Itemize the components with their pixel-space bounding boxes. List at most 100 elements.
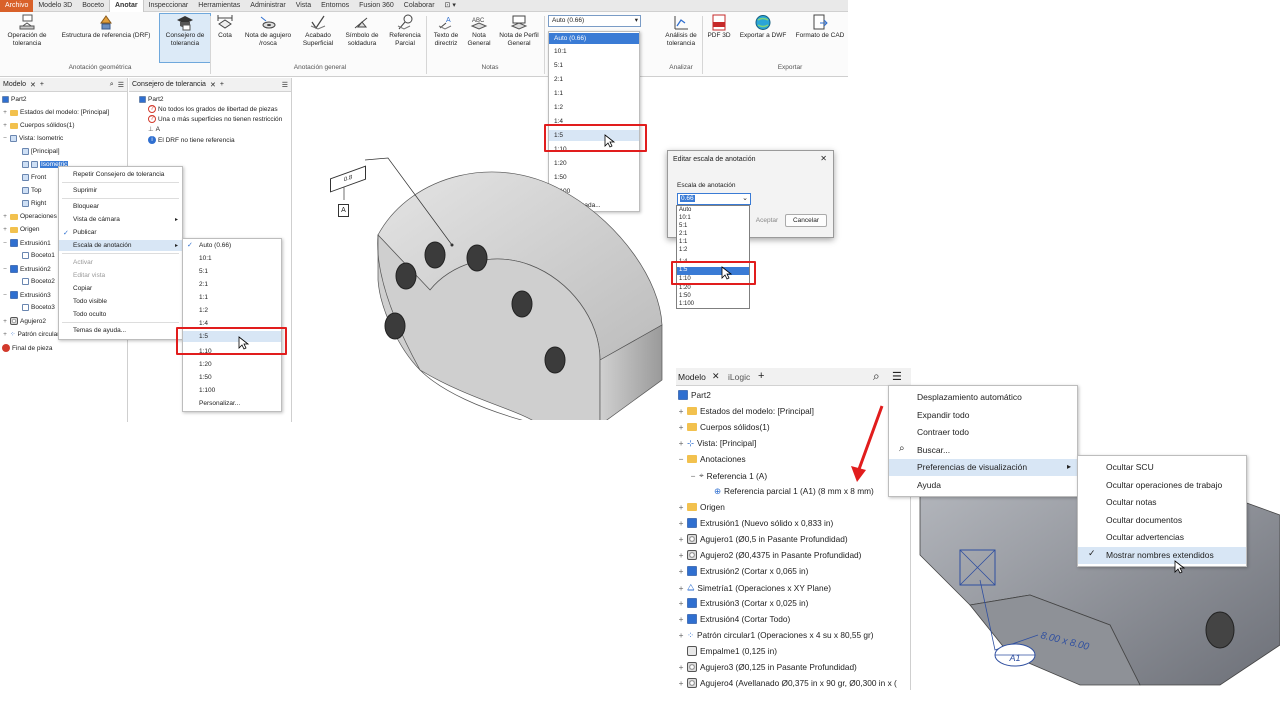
tree-item-part[interactable]: Part2 — [2, 96, 27, 103]
expand-icon[interactable]: + — [678, 406, 684, 416]
nota-agujero-button[interactable]: Nota de agujero /rosca — [238, 14, 298, 48]
pdf-3d-button[interactable]: PDF 3D — [704, 14, 734, 40]
part-viewport[interactable] — [300, 80, 680, 420]
tree-item[interactable]: − Extrusión1 — [2, 239, 51, 247]
submenu-item[interactable]: 10:1 — [183, 253, 281, 264]
tree-item[interactable]: + Agujero2 (Ø0,4375 in Pasante Profundida… — [678, 550, 861, 560]
tree-item[interactable]: ⊕ Referencia parcial 1 (A1) (8 mm x 8 mm) — [714, 486, 874, 496]
close-icon[interactable]: ✕ — [820, 154, 827, 163]
submenu-item[interactable]: Personalizar... — [183, 398, 281, 409]
advisor-tab[interactable]: Consejero de tolerancia — [132, 81, 206, 88]
tree-item[interactable]: + ⊹ Vista: [Principal] — [678, 438, 757, 448]
tree-item[interactable]: + Agujero4 (Avellanado Ø0,375 in x 90 gr,… — [678, 678, 910, 688]
submenu-item[interactable]: 1:2 — [183, 305, 281, 316]
tree-item[interactable]: Boceto2 — [22, 278, 55, 285]
collapse-icon[interactable]: − — [2, 266, 8, 273]
tree-item[interactable]: + Extrusión1 (Nuevo sólido x 0,833 in) — [678, 518, 833, 528]
menu-item-ayuda[interactable]: Ayuda — [889, 477, 1077, 494]
expand-icon[interactable]: + — [2, 331, 8, 338]
expand-icon[interactable]: + — [678, 550, 684, 560]
menu-item-copiar[interactable]: Copiar — [59, 283, 182, 294]
annotation-scale-combo[interactable]: Auto (0.66) ▾ — [548, 15, 641, 27]
drf-button[interactable]: Estructura de referencia (DRF) — [54, 14, 158, 40]
tree-item[interactable]: − Extrusión3 — [2, 291, 51, 299]
tree-item[interactable]: Empalme1 (0,125 in) — [678, 646, 777, 656]
submenu-ocultar-notas[interactable]: Ocultar notas — [1078, 494, 1246, 511]
tree-item[interactable]: + ⁘ Patrón circular1 (Operaciones x 4 su x… — [678, 630, 874, 640]
menu-icon[interactable]: ☰ — [282, 81, 288, 89]
simbolo-soldadura-button[interactable]: Símbolo de soldadura — [340, 14, 384, 48]
menu-item-bloquear[interactable]: Bloquear — [59, 201, 182, 212]
menu-item-expandir[interactable]: Expandir todo — [889, 407, 1077, 424]
dialog-option[interactable]: 1:1 — [679, 239, 687, 245]
tree-item[interactable]: Top — [22, 187, 41, 194]
referencia-parcial-button[interactable]: Referencia Parcial — [384, 14, 426, 48]
chevron-down-icon[interactable]: ⌄ — [742, 194, 748, 202]
consejero-tolerancia-button[interactable]: Consejero de tolerancia — [159, 13, 211, 63]
menu-item-buscar[interactable]: Buscar... — [889, 442, 1077, 459]
dialog-option[interactable]: 1:100 — [679, 301, 694, 307]
expand-icon[interactable]: + — [678, 534, 684, 544]
tree-item[interactable]: − Extrusión2 — [2, 265, 51, 273]
plus-icon[interactable]: + — [758, 370, 764, 382]
scale-combobox[interactable]: 0.66 ⌄ — [677, 193, 751, 205]
operacion-tolerancia-button[interactable]: Operación de tolerancia — [2, 14, 52, 48]
expand-icon[interactable]: + — [678, 566, 684, 576]
exportar-dwf-button[interactable]: Exportar a DWF — [734, 14, 792, 40]
submenu-item[interactable]: 1:1 — [183, 292, 281, 303]
accept-button[interactable]: Aceptar — [752, 214, 782, 227]
tree-item[interactable]: + Origen — [2, 226, 39, 233]
expand-icon[interactable]: + — [2, 318, 8, 325]
menu-item-suprimir[interactable]: Suprimir — [59, 185, 182, 196]
scale-option[interactable]: 10:1 — [549, 46, 639, 57]
tree-item[interactable]: Boceto1 — [22, 252, 55, 259]
tree-item-part[interactable]: Part2 — [678, 390, 711, 400]
close-icon[interactable]: ✕ — [712, 371, 720, 382]
tree-item[interactable]: − ⌖ Referencia 1 (A) — [690, 470, 768, 481]
submenu-item[interactable]: 1:50 — [183, 372, 281, 383]
dialog-option[interactable]: 2:1 — [679, 231, 687, 237]
nota-perfil-button[interactable]: Nota de Perfil General — [494, 14, 544, 48]
close-icon[interactable]: ✕ — [30, 81, 36, 89]
tree-item[interactable]: + Agujero3 (Ø0,125 in Pasante Profundidad… — [678, 662, 857, 672]
dialog-option[interactable]: 5:1 — [679, 223, 687, 229]
datum-label-box[interactable]: A — [338, 204, 349, 217]
tree-item[interactable]: + ⧋ Simetría1 (Operaciones x XY Plane) — [678, 582, 831, 593]
menu-item-desplazamiento[interactable]: Desplazamiento automático — [889, 389, 1077, 406]
tree-item[interactable]: Right — [22, 200, 46, 207]
tab-modelo[interactable]: Modelo — [678, 372, 706, 382]
search-icon[interactable]: ⌕ — [873, 369, 880, 384]
scale-option[interactable]: 5:1 — [549, 60, 639, 71]
acabado-superficial-button[interactable]: Acabado Superficial — [298, 14, 338, 48]
tree-item[interactable]: + Estados del modelo: [Principal] — [678, 406, 814, 416]
collapse-icon[interactable]: − — [2, 292, 8, 299]
expand-icon[interactable]: + — [2, 122, 8, 129]
tab-colaborar[interactable]: Colaborar — [399, 0, 440, 12]
close-icon[interactable]: ✕ — [210, 81, 216, 89]
tree-item[interactable]: Final de pieza — [2, 344, 52, 352]
tab-modelo-3d[interactable]: Modelo 3D — [33, 0, 77, 12]
analisis-tolerancia-button[interactable]: Análisis de tolerancia — [660, 14, 702, 48]
model-tab[interactable]: Modelo — [3, 81, 26, 88]
tab-anotar[interactable]: Anotar — [109, 0, 144, 12]
expand-icon[interactable]: + — [678, 598, 684, 608]
tree-item[interactable]: + Origen — [678, 502, 725, 512]
tab-overflow[interactable]: ⊡ ▾ — [440, 0, 461, 12]
plus-icon[interactable]: + — [220, 81, 224, 88]
advisor-item[interactable]: ⊥ A — [148, 125, 160, 134]
advisor-item[interactable]: ? No todos los grados de libertad de piez… — [148, 105, 278, 113]
expand-icon[interactable]: + — [678, 422, 684, 432]
menu-item-todo-visible[interactable]: Todo visible — [59, 296, 182, 307]
advisor-item[interactable]: i El DRF no tiene referencia — [148, 136, 235, 144]
tab-boceto[interactable]: Boceto — [77, 0, 109, 12]
tab-herramientas[interactable]: Herramientas — [193, 0, 245, 12]
expand-icon[interactable]: + — [678, 583, 684, 593]
cancel-button[interactable]: Cancelar — [785, 214, 827, 227]
submenu-item[interactable]: Auto (0.66) — [183, 240, 281, 251]
scale-option[interactable]: Auto (0.66) — [549, 33, 639, 44]
menu-item-escala[interactable]: Escala de anotación — [59, 240, 182, 251]
submenu-item[interactable]: 1:20 — [183, 359, 281, 370]
menu-item-temas-ayuda[interactable]: Temas de ayuda... — [59, 325, 182, 336]
submenu-ocultar-advertencias[interactable]: Ocultar advertencias — [1078, 529, 1246, 546]
tree-item[interactable]: + ⁘ Patrón circular1 — [2, 330, 63, 339]
